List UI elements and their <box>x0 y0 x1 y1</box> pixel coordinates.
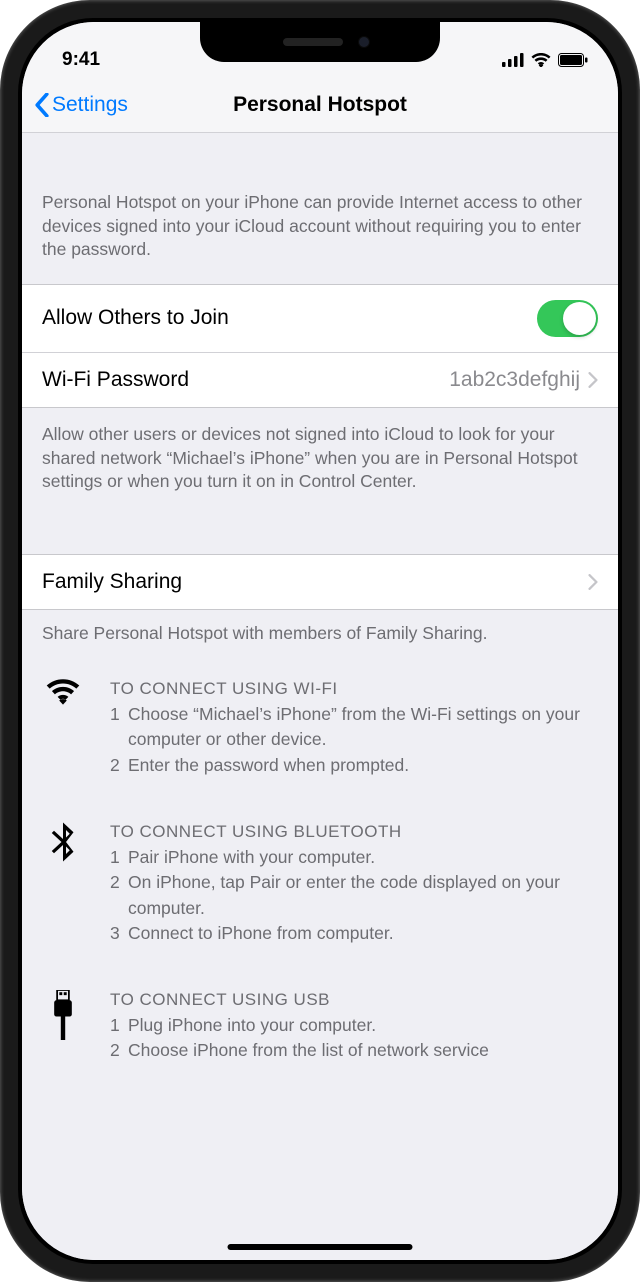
home-indicator[interactable] <box>228 1244 413 1250</box>
screen: 9:41 Settings Personal Hotspot Personal … <box>22 22 618 1260</box>
step-text: Enter the password when prompted. <box>128 753 409 778</box>
bluetooth-instruction: TO CONNECT USING BLUETOOTH 1Pair iPhone … <box>42 820 598 946</box>
speaker <box>283 38 343 46</box>
wifi-password-value: 1ab2c3defghij <box>449 368 580 392</box>
back-button[interactable]: Settings <box>22 93 128 117</box>
allow-others-label: Allow Others to Join <box>42 306 229 330</box>
notch <box>200 22 440 62</box>
step-text: Connect to iPhone from computer. <box>128 921 394 946</box>
wifi-password-label: Wi-Fi Password <box>42 368 189 392</box>
wifi-icon <box>42 677 84 778</box>
battery-icon <box>558 53 588 67</box>
toggle-knob <box>563 302 596 335</box>
chevron-left-icon <box>34 93 50 117</box>
nav-bar: Settings Personal Hotspot <box>22 78 618 133</box>
front-camera <box>358 36 370 48</box>
step-num: 1 <box>110 702 122 753</box>
wifi-password-cell[interactable]: Wi-Fi Password 1ab2c3defghij <box>22 353 618 408</box>
family-sharing-cell[interactable]: Family Sharing <box>22 554 618 610</box>
family-sharing-footer: Share Personal Hotspot with members of F… <box>22 610 618 668</box>
wifi-instruction-title: TO CONNECT USING WI-FI <box>110 677 598 702</box>
step-text: Choose “Michael’s iPhone” from the Wi-Fi… <box>128 702 598 753</box>
intro-description: Personal Hotspot on your iPhone can prov… <box>22 133 618 284</box>
wifi-icon <box>531 53 551 67</box>
step-num: 1 <box>110 1013 122 1038</box>
status-time: 9:41 <box>62 49 100 71</box>
cellular-icon <box>502 53 524 67</box>
usb-instruction: TO CONNECT USING USB 1Plug iPhone into y… <box>42 988 598 1063</box>
step-text: Choose iPhone from the list of network s… <box>128 1038 489 1063</box>
family-sharing-label: Family Sharing <box>42 570 182 594</box>
bluetooth-instruction-title: TO CONNECT USING BLUETOOTH <box>110 820 598 845</box>
step-text: Pair iPhone with your computer. <box>128 845 375 870</box>
step-num: 3 <box>110 921 122 946</box>
step-num: 2 <box>110 870 122 921</box>
status-icons <box>502 53 588 67</box>
wifi-instruction: TO CONNECT USING WI-FI 1Choose “Michael’… <box>42 677 598 778</box>
content-scroll[interactable]: Personal Hotspot on your iPhone can prov… <box>22 133 618 1260</box>
bluetooth-icon <box>42 820 84 946</box>
chevron-right-icon <box>588 574 598 590</box>
allow-others-footer: Allow other users or devices not signed … <box>22 408 618 554</box>
chevron-right-icon <box>588 372 598 388</box>
allow-others-toggle[interactable] <box>537 300 598 337</box>
usb-instruction-title: TO CONNECT USING USB <box>110 988 598 1013</box>
instructions-section: TO CONNECT USING WI-FI 1Choose “Michael’… <box>22 667 618 1115</box>
allow-others-cell[interactable]: Allow Others to Join <box>22 284 618 353</box>
device-frame: 9:41 Settings Personal Hotspot Personal … <box>0 0 640 1282</box>
step-text: On iPhone, tap Pair or enter the code di… <box>128 870 598 921</box>
step-num: 1 <box>110 845 122 870</box>
back-label: Settings <box>52 93 128 117</box>
usb-icon <box>42 988 84 1063</box>
step-num: 2 <box>110 1038 122 1063</box>
step-num: 2 <box>110 753 122 778</box>
step-text: Plug iPhone into your computer. <box>128 1013 376 1038</box>
